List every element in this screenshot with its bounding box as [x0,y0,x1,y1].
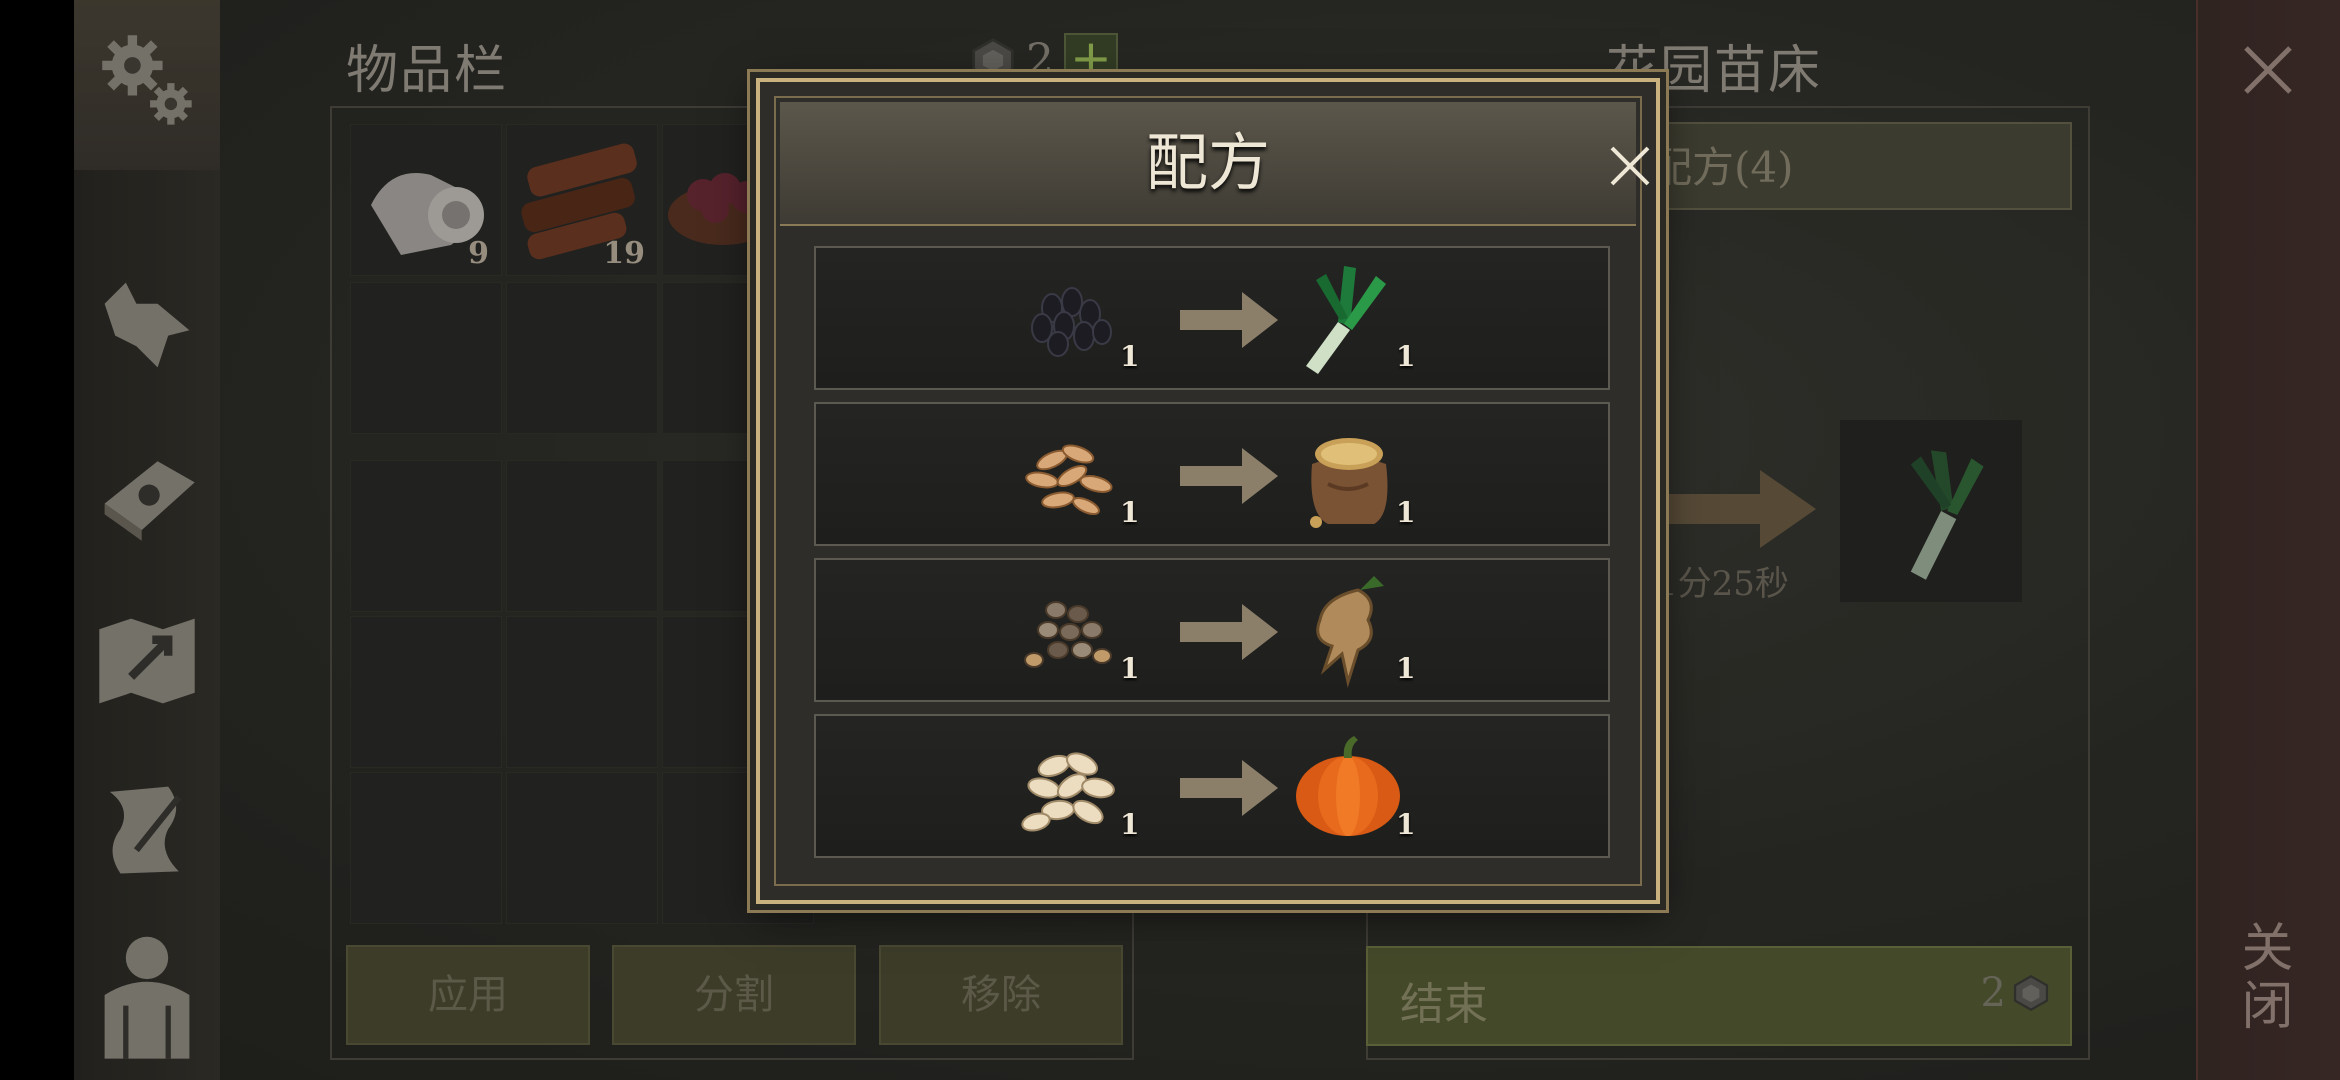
output-quantity: 1 [1396,652,1416,685]
input-quantity: 1 [1120,808,1140,841]
pumpkin-seeds-icon [1012,726,1132,846]
recipe-row[interactable]: 1 1 [814,558,1610,702]
flour-sack-icon [1288,414,1408,534]
modal-header: 配方 [780,102,1650,226]
arrow-icon [1180,760,1278,816]
output-quantity: 1 [1396,808,1416,841]
modal-close-icon[interactable] [1602,138,1658,194]
modal-title: 配方 [1145,126,1270,199]
bean-seeds-icon [1012,570,1132,690]
black-seeds-icon [1012,258,1132,378]
ginseng-root-icon [1288,570,1408,690]
recipe-row[interactable]: 1 1 [814,714,1610,858]
pumpkin-icon [1288,726,1408,846]
grain-seeds-icon [1012,414,1132,534]
leek-icon [1288,258,1408,378]
output-quantity: 1 [1396,340,1416,373]
recipe-row[interactable]: 1 1 [814,246,1610,390]
arrow-icon [1180,448,1278,504]
arrow-icon [1180,292,1278,348]
recipe-row[interactable]: 1 1 [814,402,1610,546]
output-quantity: 1 [1396,496,1416,529]
recipes-modal: 配方 1 1 1 1 1 1 1 1 [756,78,1660,904]
input-quantity: 1 [1120,652,1140,685]
input-quantity: 1 [1120,496,1140,529]
input-quantity: 1 [1120,340,1140,373]
arrow-icon [1180,604,1278,660]
